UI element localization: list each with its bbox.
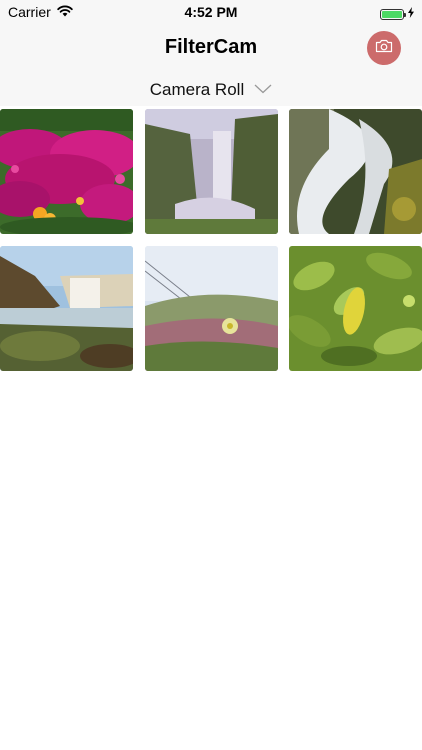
navigation-bar: FilterCam <box>0 24 422 74</box>
album-label: Camera Roll <box>149 80 245 99</box>
album-selector[interactable]: Camera Roll <box>0 74 422 106</box>
page-title: FilterCam <box>164 36 258 58</box>
camera-button[interactable] <box>367 31 401 65</box>
photo-thumbnail-leaves[interactable] <box>289 246 422 371</box>
chevron-down-icon <box>254 81 272 99</box>
photo-thumbnail-waterfall-coast[interactable] <box>0 246 133 371</box>
status-right <box>380 5 414 23</box>
status-bar: Carrier 4:52 PM <box>0 0 422 24</box>
status-time: 4:52 PM <box>184 4 238 20</box>
photo-thumbnail-flowers[interactable] <box>0 109 133 234</box>
battery-level <box>382 10 402 18</box>
photo-thumbnail-waterfall-closeup[interactable] <box>289 109 422 234</box>
photo-thumbnail-hillside-flowers[interactable] <box>145 246 278 371</box>
photo-thumbnail-waterfall-cliff[interactable] <box>145 109 278 234</box>
battery-icon <box>380 8 406 20</box>
charging-bolt-icon <box>408 5 414 23</box>
camera-icon <box>375 39 393 58</box>
